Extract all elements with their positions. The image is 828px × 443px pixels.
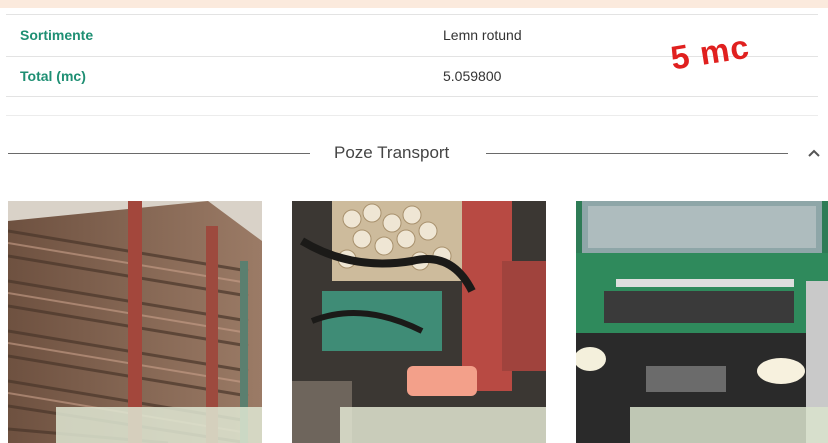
photo-log-load[interactable] [8, 201, 262, 443]
photo-crane[interactable] [292, 201, 546, 443]
section-rule-right [486, 153, 788, 154]
table-divider [6, 96, 818, 97]
row-label-sortimente: Sortimente [20, 27, 94, 43]
top-strip [0, 0, 828, 8]
row-value-sortimente: Lemn rotund [443, 27, 522, 43]
photo-truck[interactable] [576, 201, 828, 443]
table-divider [6, 115, 818, 116]
section-rule-left [8, 153, 310, 154]
table-divider [6, 14, 818, 15]
row-label-total: Total (mc) [20, 68, 86, 84]
row-value-total: 5.059800 [443, 68, 502, 84]
chevron-up-icon[interactable] [803, 146, 825, 162]
section-title: Poze Transport [334, 143, 450, 162]
